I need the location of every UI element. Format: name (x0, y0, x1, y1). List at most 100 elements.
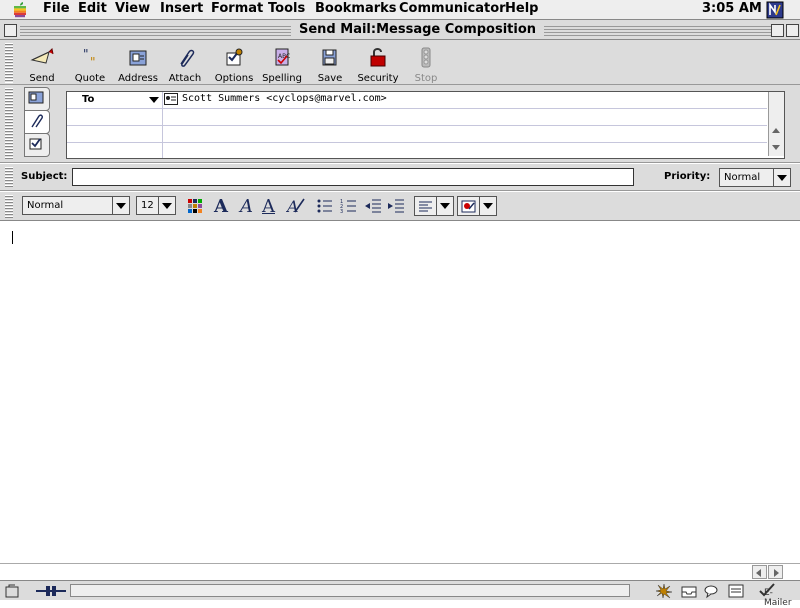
options-check-icon (29, 138, 42, 150)
menu-file[interactable]: File (43, 1, 70, 16)
window-title: Send Mail:Message Composition (291, 22, 545, 37)
addressing-grip[interactable] (5, 88, 13, 160)
priority-select[interactable]: Normal (719, 168, 791, 187)
horizontal-scrollbar[interactable] (0, 563, 800, 580)
options-icon (226, 48, 243, 66)
navigator-icon[interactable] (655, 583, 673, 599)
bold-icon[interactable]: A (214, 196, 228, 217)
toolbar: Send " " Quote Address Attach Options AB… (0, 40, 800, 85)
recipient-row-empty[interactable] (67, 109, 767, 126)
save-button[interactable]: Save (306, 46, 354, 84)
clear-styles-icon[interactable]: A (286, 197, 306, 215)
menu-edit[interactable]: Edit (78, 1, 107, 16)
composer-icon[interactable] (727, 583, 745, 599)
address-book-icon (129, 50, 147, 66)
svg-text:A: A (286, 197, 299, 215)
recipient-row-empty[interactable] (67, 143, 767, 159)
scroll-left-button[interactable] (752, 565, 767, 579)
recipient-row[interactable]: To Scott Summers <cyclops@marvel.com> (67, 92, 767, 109)
send-button[interactable]: Send (18, 46, 66, 84)
subject-row: Subject: Priority: Normal (0, 164, 800, 191)
paragraph-style-select[interactable]: Normal (22, 196, 130, 215)
recipient-scrollbar[interactable] (768, 92, 784, 156)
attach-button[interactable]: Attach (161, 46, 209, 84)
scroll-up-arrow[interactable] (772, 128, 780, 133)
formatting-toolbar: Normal 12 A A A A 1 2 3 (0, 192, 800, 221)
priority-label: Priority: (664, 171, 711, 182)
apple-menu-icon[interactable] (12, 1, 28, 18)
save-icon (322, 49, 337, 66)
security-status-icon[interactable] (3, 583, 21, 599)
decrease-indent-icon[interactable] (364, 198, 382, 214)
font-size-select[interactable]: 12 (136, 196, 176, 215)
options-tab[interactable] (24, 133, 50, 157)
chevron-down-icon (436, 197, 453, 215)
svg-text:3: 3 (340, 209, 343, 214)
stop-button[interactable]: Stop (402, 46, 450, 84)
format-grip[interactable] (5, 195, 13, 218)
address-card-icon (28, 91, 44, 104)
paperclip-icon (180, 49, 195, 67)
paperclip-icon (31, 114, 43, 128)
contact-card-icon (164, 93, 178, 105)
quote-button[interactable]: " " Quote (66, 46, 114, 84)
menu-format[interactable]: Format (211, 1, 263, 16)
address-button[interactable]: Address (114, 46, 162, 84)
send-icon (30, 47, 54, 64)
subject-label: Subject: (21, 171, 68, 182)
recipient-address[interactable]: Scott Summers <cyclops@marvel.com> (182, 93, 387, 104)
subject-grip[interactable] (5, 167, 13, 188)
status-message-field (70, 584, 630, 597)
chevron-down-icon (773, 169, 790, 186)
address-type-popup[interactable]: To (69, 92, 161, 108)
menu-communicator[interactable]: Communicator (399, 1, 506, 16)
inbox-icon[interactable] (680, 583, 698, 599)
menu-insert[interactable]: Insert (160, 1, 203, 16)
options-button[interactable]: Options (210, 46, 258, 84)
chevron-down-icon (149, 97, 159, 103)
scroll-right-button[interactable] (768, 565, 783, 579)
menu-bookmarks[interactable]: Bookmarks (315, 1, 397, 16)
alignment-select[interactable] (414, 196, 454, 216)
toolbar-grip[interactable] (5, 43, 13, 83)
menu-view[interactable]: View (115, 1, 150, 16)
align-left-icon (419, 201, 432, 212)
spelling-button[interactable]: ABC Spelling (258, 46, 306, 84)
attachments-tab[interactable] (24, 110, 50, 134)
security-button[interactable]: Security (354, 46, 402, 84)
numbered-list-icon[interactable]: 1 2 3 (340, 198, 358, 214)
netscape-app-icon[interactable] (766, 1, 784, 19)
status-app-label: E-Mailer (764, 588, 792, 608)
zoom-box[interactable] (771, 24, 784, 37)
italic-icon[interactable]: A (240, 196, 253, 217)
underline-icon[interactable]: A (262, 196, 275, 217)
message-body-editor[interactable] (0, 221, 800, 564)
address-tab[interactable] (24, 87, 50, 111)
status-bar: E-Mailer (0, 580, 800, 608)
window-title-bar[interactable]: Send Mail:Message Composition (0, 20, 800, 40)
subject-input[interactable] (72, 168, 634, 186)
stop-icon (421, 47, 431, 68)
padlock-icon (370, 48, 386, 67)
online-status-icon[interactable] (36, 584, 66, 598)
recipient-row-empty[interactable] (67, 126, 767, 143)
recipient-list[interactable]: To Scott Summers <cyclops@marvel.com> (66, 91, 785, 159)
addressing-area: To Scott Summers <cyclops@marvel.com> (0, 85, 800, 163)
text-color-icon[interactable] (188, 199, 202, 213)
spelling-icon: ABC (275, 48, 290, 66)
scroll-down-arrow[interactable] (772, 145, 780, 150)
menu-bar: File Edit View Insert Format Tools Bookm… (0, 0, 800, 20)
menu-tools[interactable]: Tools (268, 1, 305, 16)
close-box[interactable] (4, 24, 17, 37)
insert-object-select[interactable] (457, 196, 497, 216)
svg-text:": " (90, 55, 96, 68)
menu-help[interactable]: Help (505, 1, 538, 16)
text-caret (12, 231, 13, 244)
collapse-box[interactable] (786, 24, 799, 37)
chevron-down-icon (479, 197, 496, 215)
quote-icon: " " (83, 47, 96, 69)
increase-indent-icon[interactable] (387, 198, 405, 214)
bullet-list-icon[interactable] (316, 198, 334, 214)
insert-object-icon (461, 200, 476, 213)
discussions-icon[interactable] (703, 583, 721, 599)
